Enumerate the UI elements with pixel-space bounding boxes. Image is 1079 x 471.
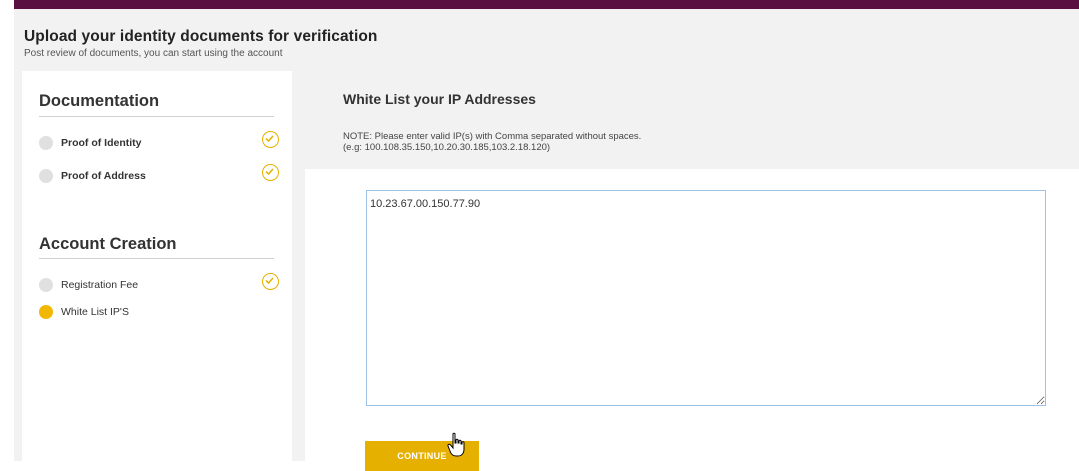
step-status-dot — [39, 278, 53, 292]
step-status-dot — [39, 136, 53, 150]
main-header: White List your IP Addresses NOTE: Pleas… — [305, 71, 1079, 169]
step-proof-of-address[interactable]: Proof of Address — [39, 164, 279, 187]
section-title-account-creation: Account Creation — [39, 235, 177, 253]
step-label: Registration Fee — [61, 279, 139, 291]
check-circle-icon — [262, 273, 279, 290]
steps-sidebar: Documentation Proof of Identity Proof of… — [22, 71, 292, 461]
section-heading: White List your IP Addresses — [343, 91, 536, 107]
step-label: White List IP'S — [61, 306, 129, 318]
page-header: Upload your identity documents for verif… — [24, 28, 378, 59]
ip-format-note: NOTE: Please enter valid IP(s) with Comm… — [343, 131, 641, 153]
section-divider — [39, 116, 274, 117]
check-circle-icon — [262, 131, 279, 148]
step-proof-of-identity[interactable]: Proof of Identity — [39, 131, 279, 154]
step-status-dot — [39, 169, 53, 183]
step-label: Proof of Address — [61, 170, 146, 182]
step-white-list-ips[interactable]: White List IP'S — [39, 303, 279, 323]
note-example: (e.g: 100.108.35.150,10.20.30.185,103.2.… — [343, 142, 551, 153]
ip-addresses-textarea[interactable]: 10.23.67.00.150.77.90 — [366, 190, 1046, 406]
main-body: 10.23.67.00.150.77.90 CONTINUE — [305, 169, 1079, 471]
page-subtitle: Post review of documents, you can start … — [24, 48, 283, 59]
main-panel: White List your IP Addresses NOTE: Pleas… — [305, 71, 1079, 471]
section-title-documentation: Documentation — [39, 92, 160, 110]
step-label: Proof of Identity — [61, 137, 142, 149]
page-margin — [0, 0, 14, 461]
step-registration-fee[interactable]: Registration Fee — [39, 273, 279, 296]
page-title: Upload your identity documents for verif… — [24, 28, 378, 45]
page-background: Upload your identity documents for verif… — [14, 9, 1079, 471]
section-divider — [39, 258, 274, 259]
top-bar — [14, 0, 1079, 9]
step-current-dot — [39, 305, 53, 319]
check-circle-icon — [262, 164, 279, 181]
hand-pointer-icon — [447, 432, 467, 463]
note-line: NOTE: Please enter valid IP(s) with Comm… — [343, 131, 642, 142]
